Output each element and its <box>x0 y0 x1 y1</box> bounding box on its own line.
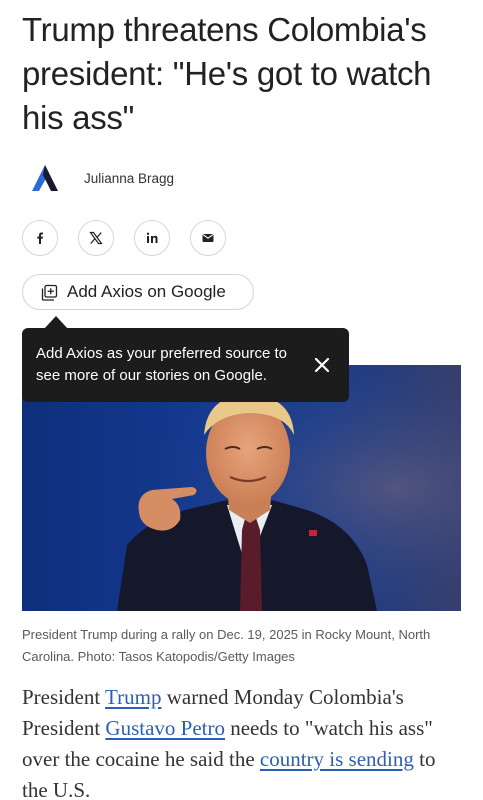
tooltip-text: Add Axios as your preferred source to se… <box>36 345 287 384</box>
link-country-is-sending[interactable]: country is sending <box>260 747 414 771</box>
author-name[interactable]: Julianna Bragg <box>84 171 174 186</box>
article-headline: Trump threatens Colombia's president: "H… <box>22 11 432 136</box>
share-buttons <box>22 220 226 256</box>
share-email-button[interactable] <box>190 220 226 256</box>
add-source-tooltip: Add Axios as your preferred source to se… <box>22 328 349 402</box>
link-gustavo-petro[interactable]: Gustavo Petro <box>105 716 225 740</box>
share-facebook-button[interactable] <box>22 220 58 256</box>
facebook-icon <box>37 232 43 244</box>
article-body: President Trump warned Monday Colombia's… <box>22 682 462 800</box>
add-axios-on-google-button[interactable]: Add Axios on Google <box>22 274 254 310</box>
axios-logo[interactable] <box>30 163 60 193</box>
body-text-1: President <box>22 685 106 709</box>
tooltip-close-button[interactable] <box>309 352 335 378</box>
x-icon <box>89 231 103 245</box>
add-source-icon <box>41 284 58 301</box>
add-axios-on-google-label: Add Axios on Google <box>67 282 226 301</box>
share-linkedin-button[interactable] <box>134 220 170 256</box>
photo-caption: President Trump during a rally on Dec. 1… <box>22 627 431 664</box>
close-icon <box>314 357 330 373</box>
byline: Julianna Bragg <box>30 160 174 196</box>
share-x-button[interactable] <box>78 220 114 256</box>
linkedin-icon <box>146 232 158 243</box>
email-icon <box>202 234 214 242</box>
link-trump[interactable]: Trump <box>105 685 161 709</box>
